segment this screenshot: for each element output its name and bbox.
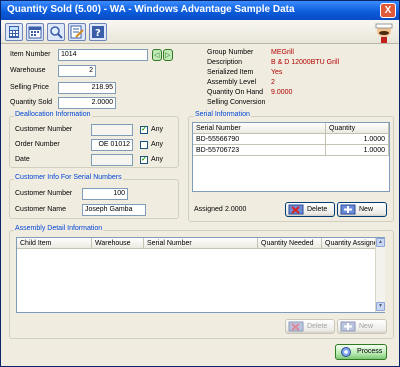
serial-cell: BD-55566790 — [193, 134, 326, 145]
quantity-assigned-col-header[interactable]: Quantity Assigned — [322, 238, 380, 249]
any-order-checkbox[interactable] — [140, 141, 148, 149]
cust-customer-number-label: Customer Number — [15, 190, 73, 197]
scroll-up-icon[interactable]: ▲ — [376, 238, 385, 247]
new-icon — [340, 204, 356, 215]
selling-price-label: Selling Price — [10, 84, 49, 91]
assembly-delete-label: Delete — [307, 323, 328, 330]
assembly-table[interactable]: Child Item Warehouse Serial Number Quant… — [16, 237, 385, 313]
group-number-label: Group Number — [207, 49, 254, 56]
serial-number-col-header[interactable]: Serial Number — [144, 238, 258, 249]
serial-new-button[interactable]: New — [337, 202, 387, 217]
serial-delete-button[interactable]: Delete — [285, 202, 335, 217]
item-number-input[interactable]: 1014 — [58, 49, 148, 61]
deallocation-title: Deallocation Information — [14, 111, 92, 118]
quantity-sold-window: Quantity Sold (5.00) - WA - Windows Adva… — [0, 0, 400, 367]
calculator-button[interactable] — [5, 23, 23, 41]
selling-price-input[interactable]: 218.95 — [58, 82, 116, 94]
assembly-level-value: 2 — [271, 79, 275, 86]
help-icon: ? — [92, 26, 104, 39]
dealloc-date-input[interactable] — [91, 154, 133, 166]
quantity-cell: 1.0000 — [326, 134, 389, 145]
any-date-checkbox[interactable]: ✓ — [140, 156, 148, 164]
close-button[interactable]: X — [380, 3, 396, 18]
dealloc-customer-number-input[interactable] — [91, 124, 133, 136]
calculator-icon — [9, 26, 19, 38]
serialized-label: Serialized Item — [207, 69, 254, 76]
calendar-icon — [28, 26, 42, 39]
serial-cell: BD-55706723 — [193, 145, 326, 156]
order-number-input[interactable]: OE 01012 — [91, 139, 133, 151]
prev-item-button[interactable]: ◁ — [152, 49, 162, 61]
delete-icon — [288, 204, 304, 215]
dealloc-date-label: Date — [15, 156, 30, 163]
serial-delete-label: Delete — [307, 206, 328, 213]
description-value: B & D 12000BTU Grill — [271, 59, 340, 66]
assembly-scrollbar[interactable]: ▲ ▼ — [375, 238, 385, 312]
next-arrow-icon: ▷ — [165, 52, 171, 59]
process-button[interactable]: Process — [335, 344, 387, 360]
edit-notes-button[interactable] — [68, 23, 86, 41]
process-label: Process — [357, 348, 383, 355]
any-customer-label: Any — [151, 126, 164, 133]
customer-info-title: Customer Info For Serial Numbers — [14, 174, 123, 181]
description-label: Description — [207, 59, 243, 66]
quantity-sold-label: Quantity Sold — [10, 99, 53, 106]
toolbar: ? — [1, 20, 399, 44]
serial-col-header[interactable]: Serial Number — [193, 123, 326, 134]
assembly-new-label: New — [359, 323, 374, 330]
dealloc-customer-number-label: Customer Number — [15, 126, 73, 133]
customer-name-input[interactable]: Joseph Gamba — [82, 204, 146, 216]
delete-icon — [288, 321, 304, 332]
cust-customer-number-input[interactable]: 100 — [82, 188, 128, 200]
selling-conversion-label: Selling Conversion — [207, 99, 266, 106]
assigned-label: Assigned — [194, 206, 223, 213]
customer-name-label: Customer Name — [15, 206, 66, 213]
calendar-button[interactable] — [26, 23, 44, 41]
any-date-label: Any — [151, 156, 164, 163]
edit-notes-icon — [70, 25, 84, 39]
assembly-new-button[interactable]: New — [337, 319, 387, 334]
title-bar[interactable]: Quantity Sold (5.00) - WA - Windows Adva… — [1, 1, 399, 20]
warehouse-col-header[interactable]: Warehouse — [92, 238, 144, 249]
help-button[interactable]: ? — [89, 23, 107, 41]
scroll-down-icon[interactable]: ▼ — [376, 302, 385, 311]
quantity-needed-col-header[interactable]: Quantity Needed — [258, 238, 322, 249]
warehouse-label: Warehouse — [10, 67, 46, 74]
item-number-label: Item Number — [10, 51, 51, 58]
window-title: Quantity Sold (5.00) - WA - Windows Adva… — [7, 4, 295, 15]
new-icon — [340, 321, 356, 332]
next-item-button[interactable]: ▷ — [163, 49, 173, 61]
group-number-value: MEGrill — [271, 49, 294, 56]
serialized-value: Yes — [271, 69, 283, 76]
quantity-col-header[interactable]: Quantity — [326, 123, 389, 134]
serial-table[interactable]: Serial Number Quantity BD-55566790 1.000… — [192, 122, 390, 192]
assembly-level-label: Assembly Level — [207, 79, 257, 86]
quantity-on-hand-value: 9.0000 — [271, 89, 293, 96]
serial-new-label: New — [359, 206, 374, 213]
mascot-icon — [375, 23, 393, 43]
quantity-cell: 1.0000 — [326, 145, 389, 156]
search-button[interactable] — [47, 23, 65, 41]
serial-info-title: Serial Information — [194, 111, 251, 118]
prev-arrow-icon: ◁ — [154, 52, 160, 59]
svg-text:?: ? — [95, 28, 101, 39]
assigned-value: 2.0000 — [225, 206, 247, 213]
search-icon — [50, 26, 63, 39]
assembly-detail-title: Assembly Detail Information — [14, 225, 104, 232]
quantity-on-hand-label: Quantity On Hand — [207, 89, 264, 96]
assembly-delete-button[interactable]: Delete — [285, 319, 335, 334]
child-item-col-header[interactable]: Child Item — [17, 238, 92, 249]
any-customer-checkbox[interactable]: ✓ — [140, 126, 148, 134]
quantity-sold-input[interactable]: 2.0000 — [58, 97, 116, 109]
any-order-label: Any — [151, 141, 164, 148]
order-number-label: Order Number — [15, 141, 60, 148]
process-gear-icon — [341, 347, 351, 357]
warehouse-input[interactable]: 2 — [58, 65, 96, 77]
